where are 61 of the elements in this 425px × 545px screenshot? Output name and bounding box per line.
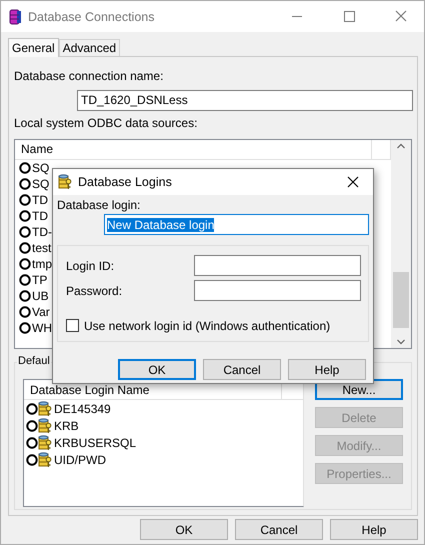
- cancel-button[interactable]: Cancel: [235, 519, 323, 540]
- login-label: Database login:: [57, 198, 142, 212]
- connection-name-field[interactable]: TD_1620_DSNLess: [77, 90, 413, 111]
- login-item[interactable]: KRB: [54, 418, 79, 432]
- scrollbar-thumb[interactable]: [393, 272, 409, 328]
- circle-icon: [19, 306, 31, 318]
- data-source-item[interactable]: TD: [32, 192, 48, 207]
- scroll-down-icon: [396, 338, 406, 346]
- cancel-button[interactable]: Cancel: [203, 359, 281, 380]
- circle-icon: [19, 210, 31, 222]
- login-field[interactable]: New Database login: [104, 214, 369, 235]
- password-field[interactable]: [194, 280, 361, 301]
- database-key-icon: [38, 434, 52, 450]
- database-key-icon: [38, 418, 52, 434]
- connection-name-label: Database connection name:: [14, 69, 164, 83]
- help-button[interactable]: Help: [330, 519, 418, 540]
- data-source-item[interactable]: UB: [32, 288, 49, 303]
- data-source-item[interactable]: TP: [32, 272, 48, 287]
- login-item[interactable]: UID/PWD: [54, 452, 106, 466]
- circle-icon: [19, 194, 31, 206]
- login-id-field[interactable]: [194, 255, 361, 276]
- database-icon: [8, 8, 22, 26]
- circle-icon: [26, 454, 38, 466]
- window-title: Database Connections: [28, 10, 156, 24]
- circle-icon: [26, 436, 38, 448]
- data-source-item[interactable]: tmp: [32, 256, 52, 271]
- circle-icon: [19, 274, 31, 286]
- scroll-up-icon: [396, 142, 406, 150]
- password-label: Password:: [66, 284, 124, 298]
- login-id-label: Login ID:: [66, 258, 116, 272]
- circle-icon: [19, 226, 31, 238]
- data-sources-label: Local system ODBC data sources:: [14, 116, 198, 130]
- database-key-icon: [58, 174, 72, 190]
- data-source-item[interactable]: SQ: [32, 176, 50, 191]
- circle-icon: [19, 322, 31, 334]
- login-item[interactable]: DE145349: [54, 402, 111, 416]
- login-item[interactable]: KRBUSERSQL: [54, 436, 136, 450]
- circle-icon: [19, 290, 31, 302]
- data-source-item[interactable]: TD: [32, 208, 48, 223]
- circle-icon: [26, 402, 38, 414]
- circle-icon: [19, 258, 31, 270]
- data-source-item[interactable]: TD-: [32, 224, 52, 239]
- tab[interactable]: Advanced: [58, 39, 120, 56]
- circle-icon: [19, 162, 31, 174]
- group-label: Defaul: [17, 355, 51, 367]
- tab[interactable]: General: [8, 38, 59, 57]
- checkbox[interactable]: [66, 319, 79, 332]
- data-source-item[interactable]: test: [32, 240, 52, 255]
- database-key-icon: [38, 452, 52, 468]
- ok-button[interactable]: OK: [118, 359, 196, 380]
- circle-icon: [26, 420, 38, 432]
- circle-icon: [19, 242, 31, 254]
- data-source-item[interactable]: SQ: [32, 160, 50, 175]
- ok-button[interactable]: OK: [140, 519, 228, 540]
- dialog-title: Database Logins: [78, 175, 173, 189]
- database-key-icon: [38, 400, 52, 416]
- checkbox-label: Use network login id (Windows authentication): [84, 318, 330, 332]
- data-source-item[interactable]: WH: [32, 320, 52, 335]
- help-button[interactable]: Help: [288, 359, 366, 380]
- circle-icon: [19, 178, 31, 190]
- data-source-item[interactable]: Var: [32, 304, 50, 319]
